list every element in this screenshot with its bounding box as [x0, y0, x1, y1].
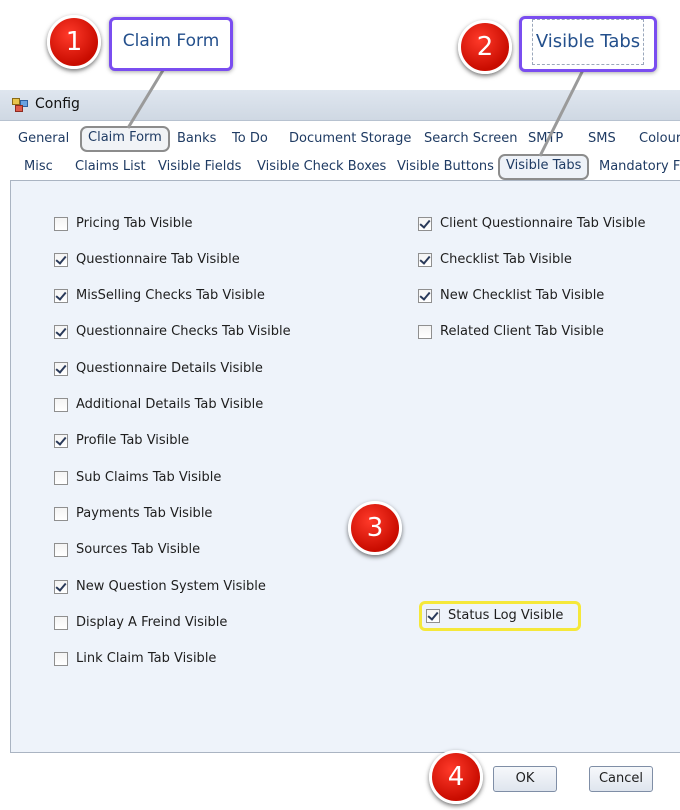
callout-visible-tabs-text: Visible Tabs: [531, 19, 645, 65]
connector-line-2: [538, 61, 589, 157]
callout-claim-form: Claim Form: [109, 17, 233, 71]
callout-visible-tabs: Visible Tabs: [519, 16, 657, 72]
connector-line-1: [126, 61, 170, 129]
step-badge-2: 2: [458, 20, 512, 74]
callout-connectors: [126, 61, 589, 157]
step-badge-1: 1: [47, 15, 101, 69]
step-badge-3: 3: [348, 501, 402, 555]
callout-claim-form-text: Claim Form: [122, 31, 220, 51]
step-badge-4: 4: [429, 750, 483, 804]
